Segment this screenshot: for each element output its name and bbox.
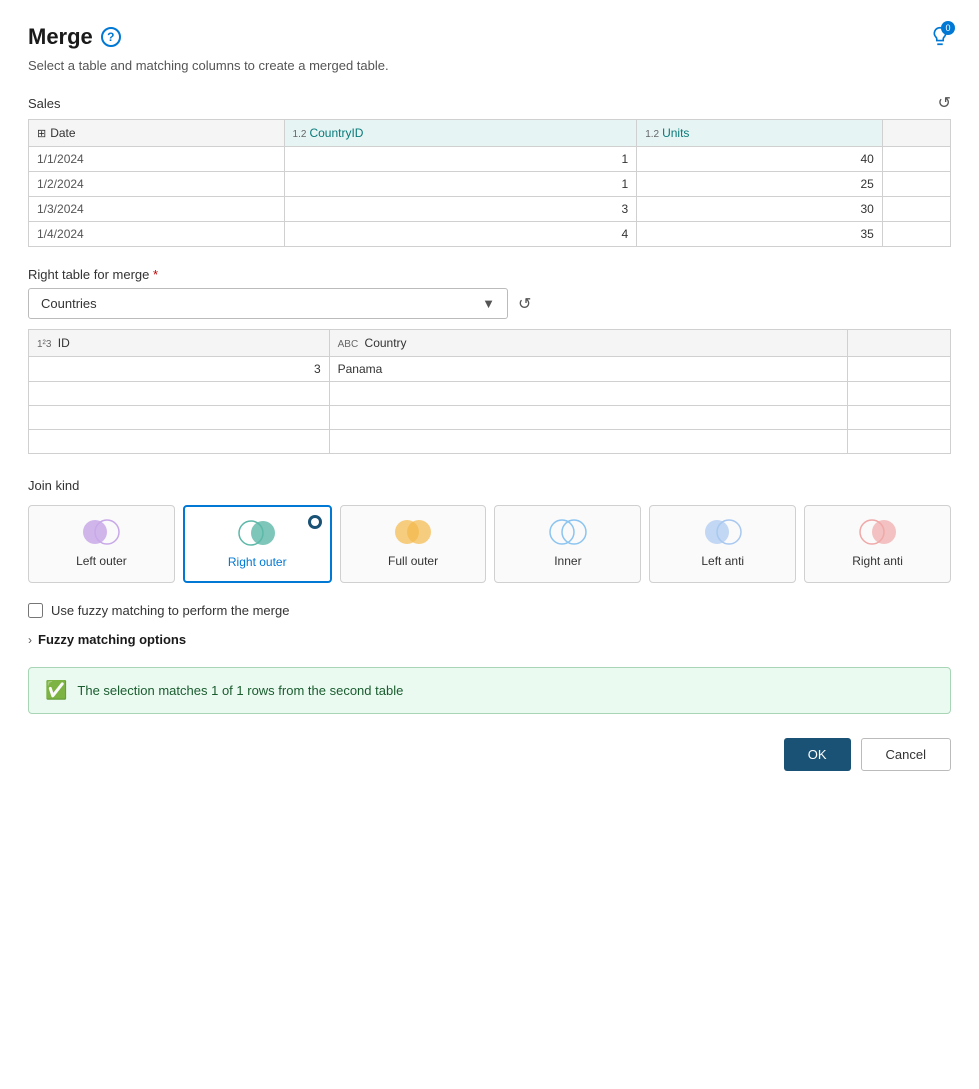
table-row: 1/1/2024 1 40 bbox=[29, 147, 951, 172]
join-card-left-anti[interactable]: Left anti bbox=[649, 505, 796, 583]
left-anti-label: Left anti bbox=[701, 554, 744, 568]
table-row-empty bbox=[29, 382, 951, 406]
title-area: Merge ? bbox=[28, 24, 121, 50]
fuzzy-checkbox-row: Use fuzzy matching to perform the merge bbox=[28, 603, 951, 618]
join-card-right-outer[interactable]: Right outer bbox=[183, 505, 332, 583]
dropdown-arrow-icon: ▼ bbox=[482, 296, 495, 311]
page-header: Merge ? 0 bbox=[28, 24, 951, 50]
sales-col-units[interactable]: 1.2Units bbox=[637, 120, 883, 147]
fuzzy-checkbox[interactable] bbox=[28, 603, 43, 618]
left-outer-label: Left outer bbox=[76, 554, 127, 568]
right-table-refresh-icon[interactable]: ↺ bbox=[518, 294, 531, 314]
table-row: 3 Panama bbox=[29, 357, 951, 382]
table-row-empty bbox=[29, 430, 951, 454]
join-options: Left outer Right outer Full outer Inner … bbox=[28, 505, 951, 583]
lightbulb-icon[interactable]: 0 bbox=[929, 25, 951, 50]
right-outer-label: Right outer bbox=[228, 555, 287, 569]
full-outer-icon bbox=[391, 518, 435, 546]
ok-button[interactable]: OK bbox=[784, 738, 851, 771]
countries-col-empty bbox=[848, 330, 951, 357]
lightbulb-badge: 0 bbox=[941, 21, 955, 35]
join-card-inner[interactable]: Inner bbox=[494, 505, 641, 583]
table-row: 1/3/2024 3 30 bbox=[29, 197, 951, 222]
page-subtitle: Select a table and matching columns to c… bbox=[28, 58, 951, 73]
selected-indicator bbox=[308, 515, 322, 529]
page-title: Merge bbox=[28, 24, 93, 50]
sales-section-header: Sales ↺ bbox=[28, 93, 951, 113]
table-row: 1/2/2024 1 25 bbox=[29, 172, 951, 197]
inner-icon bbox=[546, 518, 590, 546]
right-table-label: Right table for merge * bbox=[28, 267, 951, 282]
join-card-full-outer[interactable]: Full outer bbox=[340, 505, 487, 583]
chevron-right-icon: › bbox=[28, 633, 32, 647]
join-card-right-anti[interactable]: Right anti bbox=[804, 505, 951, 583]
fuzzy-options-label: Fuzzy matching options bbox=[38, 632, 186, 647]
success-banner: ✅ The selection matches 1 of 1 rows from… bbox=[28, 667, 951, 714]
left-anti-icon bbox=[701, 518, 745, 546]
cancel-button[interactable]: Cancel bbox=[861, 738, 951, 771]
countries-col-country[interactable]: ABC Country bbox=[329, 330, 848, 357]
table-row-empty bbox=[29, 406, 951, 430]
sales-col-empty bbox=[882, 120, 950, 147]
sales-table: ⊞Date 1.2CountryID 1.2Units 1/1/2024 1 4… bbox=[28, 119, 951, 247]
dropdown-wrapper: Countries ▼ ↺ bbox=[28, 288, 951, 319]
join-kind-label: Join kind bbox=[28, 478, 951, 493]
sales-col-countryid[interactable]: 1.2CountryID bbox=[284, 120, 637, 147]
sales-refresh-icon[interactable]: ↺ bbox=[938, 93, 951, 113]
table-row: 1/4/2024 4 35 bbox=[29, 222, 951, 247]
date-icon: ⊞ bbox=[37, 128, 46, 140]
right-table-dropdown[interactable]: Countries ▼ bbox=[28, 288, 508, 319]
fuzzy-options-row[interactable]: › Fuzzy matching options bbox=[28, 632, 951, 647]
right-outer-icon bbox=[235, 519, 279, 547]
join-card-left-outer[interactable]: Left outer bbox=[28, 505, 175, 583]
right-anti-label: Right anti bbox=[852, 554, 903, 568]
footer-buttons: OK Cancel bbox=[28, 738, 951, 771]
left-outer-icon bbox=[79, 518, 123, 546]
required-star: * bbox=[153, 267, 158, 282]
fuzzy-checkbox-label: Use fuzzy matching to perform the merge bbox=[51, 603, 289, 618]
success-text: The selection matches 1 of 1 rows from t… bbox=[77, 683, 403, 698]
inner-label: Inner bbox=[554, 554, 581, 568]
full-outer-label: Full outer bbox=[388, 554, 438, 568]
help-icon[interactable]: ? bbox=[101, 27, 121, 47]
sales-label: Sales bbox=[28, 96, 61, 111]
countries-col-id[interactable]: 1²3 ID bbox=[29, 330, 330, 357]
sales-col-date[interactable]: ⊞Date bbox=[29, 120, 285, 147]
right-anti-icon bbox=[856, 518, 900, 546]
success-icon: ✅ bbox=[45, 680, 67, 701]
countries-table: 1²3 ID ABC Country 3 Panama bbox=[28, 329, 951, 454]
